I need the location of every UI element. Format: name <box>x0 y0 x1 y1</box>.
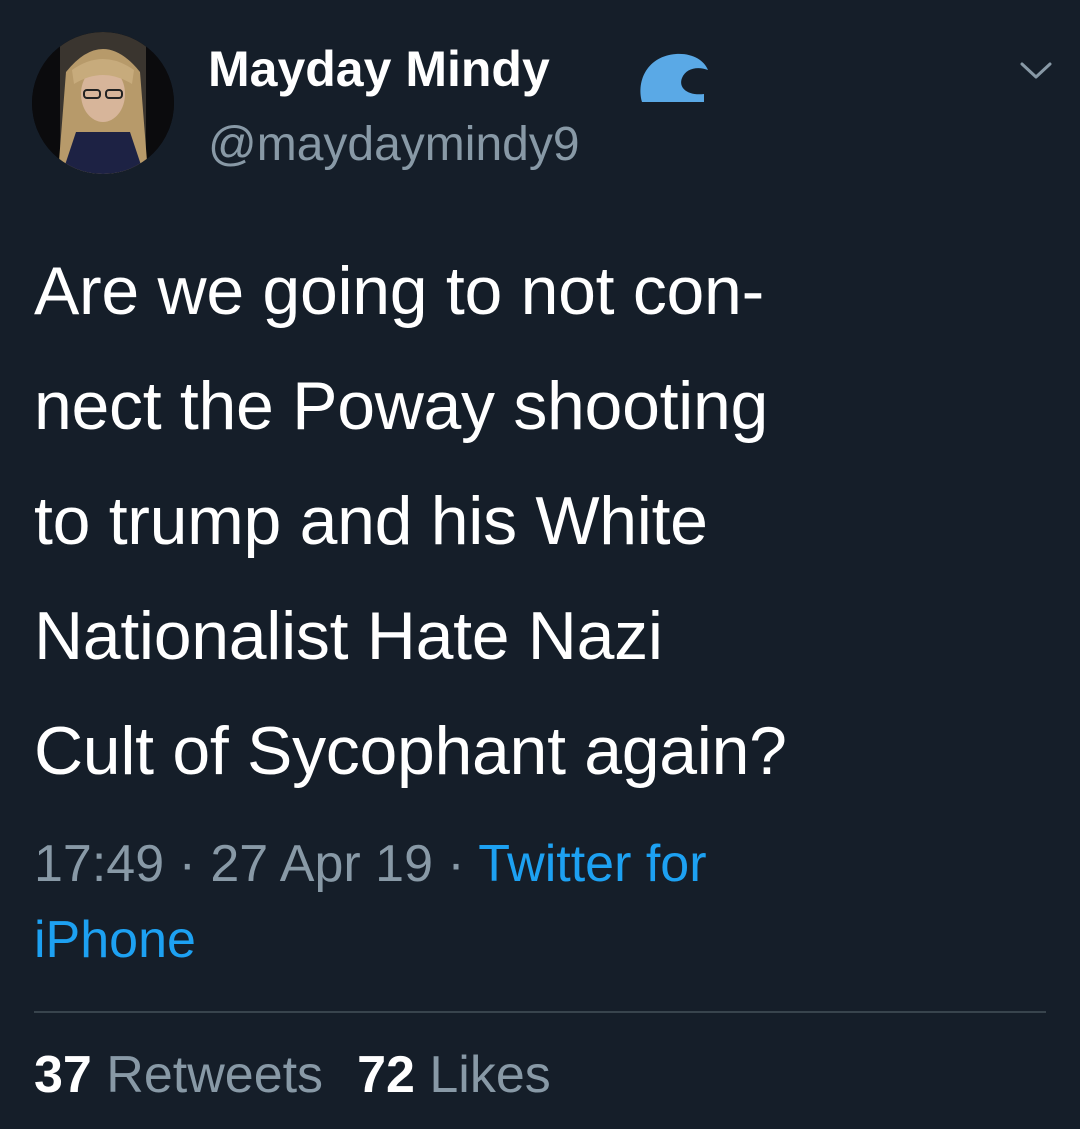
wave-icon <box>640 53 708 102</box>
retweets-count: 37 <box>34 1046 92 1104</box>
retweets-stat[interactable]: 37 Retweets <box>34 1046 323 1104</box>
avatar-photo <box>32 32 174 174</box>
retweets-label: Retweets <box>106 1046 324 1104</box>
meta-separator: · <box>164 835 211 893</box>
tweet-time[interactable]: 17:49 <box>34 835 164 893</box>
chevron-down-icon[interactable] <box>1016 56 1056 84</box>
tweet-source-line1[interactable]: Twitter for <box>478 835 706 893</box>
author-display-name[interactable]: Mayday Mindy <box>208 38 550 100</box>
avatar[interactable] <box>32 32 174 174</box>
meta-separator: · <box>432 835 479 893</box>
tweet-detail: Mayday Mindy @maydaymindy9 Are we going … <box>0 0 1080 1129</box>
author-handle[interactable]: @maydaymindy9 <box>208 115 580 175</box>
tweet-source-line2[interactable]: iPhone <box>34 911 196 969</box>
tweet-metadata: 17:49 · 27 Apr 19 · Twitter for iPhone <box>34 826 1044 978</box>
likes-count: 72 <box>357 1046 415 1104</box>
likes-label: Likes <box>429 1046 551 1104</box>
tweet-date[interactable]: 27 Apr 19 <box>210 835 433 893</box>
tweet-stats: 37 Retweets 72 Likes <box>34 1040 551 1110</box>
divider <box>34 1011 1046 1013</box>
likes-stat[interactable]: 72 Likes <box>357 1046 551 1104</box>
tweet-text: Are we going to not con- nect the Poway … <box>34 253 787 789</box>
